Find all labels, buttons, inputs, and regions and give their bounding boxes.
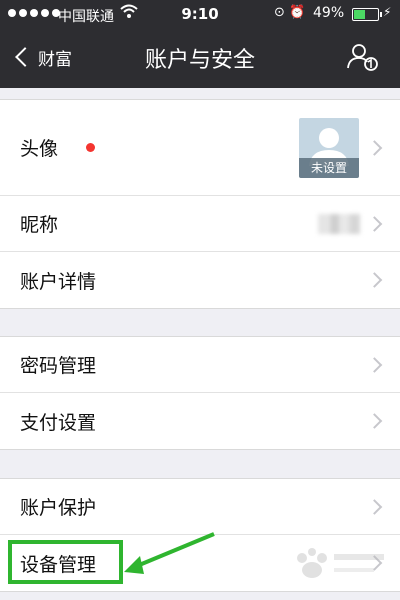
person-switch-icon[interactable]: [346, 42, 380, 72]
red-dot-badge: [86, 143, 96, 152]
row-password-management[interactable]: 密码管理: [0, 337, 400, 393]
avatar-caption: 未设置: [299, 158, 359, 178]
avatar: 未设置: [299, 118, 359, 178]
row-avatar[interactable]: 头像 未设置: [0, 100, 400, 196]
payment-group: 密码管理 支付设置: [0, 336, 400, 450]
chevron-right-icon: [366, 498, 383, 515]
row-label: 支付设置: [20, 411, 97, 434]
row-account-protection[interactable]: 账户保护: [0, 479, 400, 535]
row-label: 密码管理: [20, 355, 97, 377]
row-payment-settings[interactable]: 支付设置: [0, 393, 400, 449]
row-label: 账户保护: [20, 497, 97, 519]
top-bar: 中国联通 9:10 ⊙ ⏰ 49% ⚡ 财富 账户与安全: [0, 0, 400, 88]
green-arrow-icon: [118, 528, 218, 582]
chevron-right-icon: [366, 272, 383, 288]
highlight-box: [8, 540, 123, 584]
row-nickname[interactable]: 昵称: [0, 196, 400, 252]
alarm-icon: ⏰: [289, 5, 306, 20]
nav-bar: 财富 账户与安全: [0, 30, 400, 88]
nickname-value-blurred: [318, 214, 360, 234]
battery-icon: [352, 8, 382, 21]
row-label: 头像: [20, 138, 59, 160]
page-title: 账户与安全: [144, 48, 255, 73]
row-label: 昵称: [20, 214, 59, 236]
status-bar: 中国联通 9:10 ⊙ ⏰ 49% ⚡: [0, 0, 400, 30]
row-label: 账户详情: [20, 270, 97, 293]
battery-percent: 49%: [313, 5, 345, 21]
row-account-details[interactable]: 账户详情: [0, 252, 400, 308]
charging-icon: ⚡: [383, 5, 392, 19]
chevron-right-icon: [366, 413, 383, 429]
battery-fill: [354, 10, 365, 19]
watermark-logo: [288, 544, 388, 584]
chevron-right-icon: [366, 356, 383, 373]
chevron-right-icon: [366, 215, 383, 232]
chevron-right-icon: [366, 139, 383, 156]
profile-group: 头像 未设置 昵称 账户详情: [0, 99, 400, 309]
rotation-lock-icon: ⊙: [274, 5, 285, 20]
